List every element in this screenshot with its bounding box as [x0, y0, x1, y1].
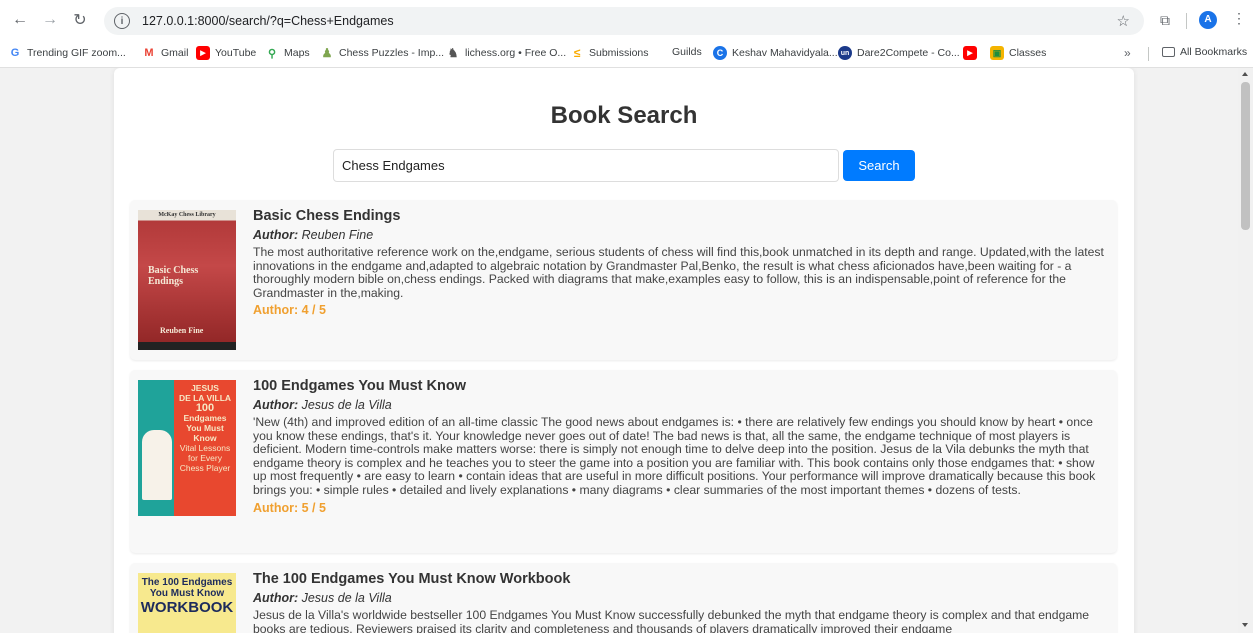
browser-menu-icon[interactable]: ⋮ — [1232, 10, 1246, 27]
browser-toolbar: ← → ↻ i 127.0.0.1:8000/search/?q=Chess+E… — [0, 0, 1253, 40]
book-info: The 100 Endgames You Must Know Workbook … — [253, 571, 1109, 633]
book-info: Basic Chess Endings Author: Reuben Fine … — [253, 208, 1109, 318]
reload-icon[interactable]: ↻ — [68, 8, 92, 32]
back-arrow-icon[interactable]: ← — [8, 8, 32, 32]
submissions-icon: ≤ — [570, 46, 584, 60]
gmail-icon: M — [142, 46, 156, 60]
scroll-down-arrow-icon[interactable] — [1242, 623, 1248, 627]
book-cover-image[interactable]: McKay Chess Library Basic Chess Endings R… — [138, 210, 236, 350]
book-rating: Author: 5 / 5 — [253, 500, 326, 515]
book-author: Author: Jesus de la Villa — [253, 591, 392, 605]
bookmark-guilds[interactable]: Guilds — [672, 46, 702, 58]
scroll-up-arrow-icon[interactable] — [1242, 72, 1248, 76]
maps-pin-icon: ⚲ — [265, 46, 279, 60]
scrollbar-thumb[interactable] — [1241, 82, 1250, 230]
extensions-icon[interactable]: ⧉ — [1156, 11, 1174, 29]
bookmark-chess-puzzles[interactable]: ♟ Chess Puzzles - Imp... — [320, 46, 444, 60]
youtube-icon: ▶ — [196, 46, 210, 60]
book-title[interactable]: Basic Chess Endings — [253, 208, 1109, 225]
book-title[interactable]: 100 Endgames You Must Know — [253, 378, 1109, 395]
bookmark-star-icon[interactable]: ☆ — [1117, 12, 1130, 30]
more-bookmarks-chevron[interactable]: » — [1124, 46, 1131, 60]
chess-king-icon — [142, 430, 172, 500]
address-bar[interactable]: i 127.0.0.1:8000/search/?q=Chess+Endgame… — [104, 7, 1144, 35]
book-author: Author: Reuben Fine — [253, 228, 374, 242]
book-author: Author: Jesus de la Villa — [253, 398, 392, 412]
bookmark-maps[interactable]: ⚲ Maps — [265, 46, 310, 60]
bookmark-youtube-2[interactable]: ▶ — [963, 46, 982, 60]
page-viewport: Book Search Search McKay Chess Library B… — [0, 68, 1253, 633]
search-input[interactable] — [333, 149, 839, 182]
page-scrollbar[interactable] — [1238, 68, 1253, 633]
bookmark-submissions[interactable]: ≤ Submissions — [570, 46, 649, 60]
book-rating: Author: 4 / 5 — [253, 303, 326, 318]
book-description: Jesus de la Villa's worldwide bestseller… — [253, 608, 1090, 633]
unstop-icon: un — [838, 46, 852, 60]
book-cover-image[interactable]: The 100 Endgames You Must Know WORKBOOK — [138, 573, 236, 633]
google-icon: G — [8, 46, 22, 60]
book-card: The 100 Endgames You Must Know WORKBOOK … — [130, 563, 1117, 633]
book-title[interactable]: The 100 Endgames You Must Know Workbook — [253, 571, 1109, 588]
book-card: McKay Chess Library Basic Chess Endings R… — [130, 200, 1117, 360]
bookmark-keshav[interactable]: C Keshav Mahavidyala... — [713, 46, 838, 60]
bookmark-classes[interactable]: ▣ Classes — [990, 46, 1046, 60]
lichess-knight-icon: ♞ — [446, 46, 460, 60]
toolbar-divider — [1186, 13, 1187, 29]
all-bookmarks-folder[interactable]: All Bookmarks — [1162, 46, 1247, 58]
url-text[interactable]: 127.0.0.1:8000/search/?q=Chess+Endgames — [142, 14, 394, 28]
book-card: JESUS DE LA VILLA 100 Endgames You Must … — [130, 370, 1117, 553]
bookmark-trending-gif[interactable]: G Trending GIF zoom... — [8, 46, 126, 60]
book-info: 100 Endgames You Must Know Author: Jesus… — [253, 378, 1109, 516]
bookmark-lichess[interactable]: ♞ lichess.org • Free O... — [446, 46, 566, 60]
chess-pawn-icon: ♟ — [320, 46, 334, 60]
bookmarks-bar: G Trending GIF zoom... M Gmail ▶ YouTube… — [0, 40, 1253, 68]
book-description: The most authoritative reference work on… — [253, 245, 1104, 300]
bookmarks-divider — [1148, 47, 1149, 61]
search-container: Book Search Search McKay Chess Library B… — [114, 68, 1134, 633]
college-icon: C — [713, 46, 727, 60]
bookmark-youtube[interactable]: ▶ YouTube — [196, 46, 256, 60]
search-button[interactable]: Search — [843, 150, 915, 181]
forward-arrow-icon[interactable]: → — [38, 8, 62, 32]
site-info-icon[interactable]: i — [114, 13, 130, 29]
bookmark-gmail[interactable]: M Gmail — [142, 46, 188, 60]
book-description: 'New (4th) and improved edition of an al… — [253, 415, 1096, 497]
book-cover-image[interactable]: JESUS DE LA VILLA 100 Endgames You Must … — [138, 380, 236, 516]
page-title: Book Search — [550, 102, 698, 129]
profile-avatar[interactable]: A — [1199, 11, 1217, 29]
youtube-icon: ▶ — [963, 46, 977, 60]
bookmark-dare2compete[interactable]: un Dare2Compete - Co... — [838, 46, 960, 60]
classroom-icon: ▣ — [990, 46, 1004, 60]
folder-icon — [1162, 47, 1175, 57]
